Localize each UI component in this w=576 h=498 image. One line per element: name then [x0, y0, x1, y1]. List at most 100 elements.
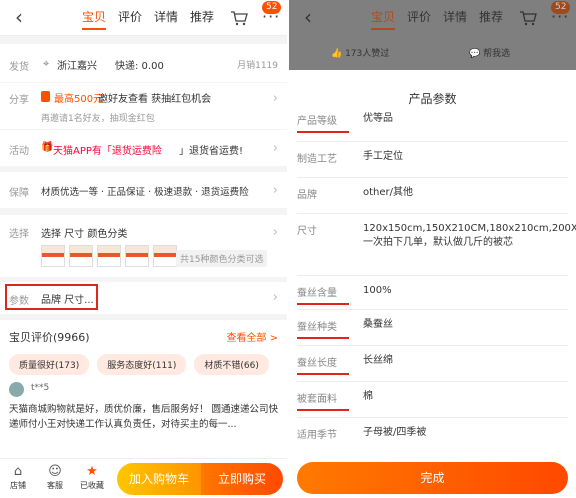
buy-now-button[interactable]: 立即购买 — [201, 463, 283, 495]
reviews-section: 宝贝评价(9966) 查看全部 > 质量很好(173) 服务态度好(111) 材… — [0, 320, 287, 460]
param-value: 100% — [363, 285, 392, 296]
chevron-right-icon: › — [272, 225, 278, 240]
param-key: 蚕丝长度 — [297, 354, 349, 375]
ask-help-text: 帮我选 — [483, 49, 511, 59]
param-value: 优等品 — [363, 113, 393, 124]
variant-thumbnail[interactable] — [69, 245, 93, 267]
location-pin-icon: ⌖ — [43, 57, 50, 70]
service-icon: ☺ — [48, 464, 62, 479]
chevron-right-icon: › — [272, 183, 278, 198]
param-value: 120x150cm,150X210CM,180x210cm,200X230cm,… — [363, 223, 576, 248]
variant-thumbnail[interactable] — [97, 245, 121, 267]
param-value: 手工定位 — [363, 151, 403, 162]
tab-recommend[interactable]: 推荐 — [479, 8, 503, 30]
add-to-cart-button[interactable]: 加入购物车 — [117, 463, 201, 495]
done-button[interactable]: 完成 — [297, 462, 568, 494]
service-label: 客服 — [47, 481, 63, 490]
top-nav-bar: ‹ 宝贝 评价 详情 推荐 ··· 52 — [0, 0, 287, 36]
store-icon: ⌂ — [13, 464, 23, 479]
variant-thumbnails — [41, 245, 181, 267]
share-row[interactable]: 分享 最高500元 邀好友查看 获抽红包机会 再邀请1名好友，抽现金红包 › — [0, 83, 287, 129]
chevron-right-icon: › — [272, 91, 278, 106]
red-packet-icon — [41, 91, 50, 102]
cart-icon[interactable] — [230, 10, 248, 26]
like-count-text: 173人赞过 — [345, 49, 390, 59]
product-page-left: ‹ 宝贝 评价 详情 推荐 ··· 52 发货 ⌖ 浙江嘉兴 快递: 0.00 … — [0, 0, 287, 498]
favorite-button[interactable]: ★ 已收藏 — [79, 463, 105, 491]
back-icon[interactable]: ‹ — [8, 6, 30, 28]
guarantee-row[interactable]: 保障 材质优选一等 · 正品保证 · 极速退款 · 退货运费险 › — [0, 172, 287, 208]
param-text: 品牌 尺寸... — [41, 295, 94, 306]
variant-count: 共15种颜色分类可选 — [176, 250, 268, 267]
review-tag[interactable]: 服务态度好(111) — [97, 354, 187, 375]
variant-thumbnail[interactable] — [153, 245, 177, 267]
review-tag[interactable]: 材质不错(66) — [194, 354, 269, 375]
divider — [297, 345, 568, 346]
tab-details[interactable]: 详情 — [154, 8, 178, 30]
tab-bar: 宝贝 评价 详情 推荐 — [371, 8, 515, 30]
sheet-title: 产品参数 — [408, 92, 457, 106]
guarantee-text: 材质优选一等 · 正品保证 · 极速退款 · 退货运费险 — [41, 187, 249, 198]
back-icon[interactable]: ‹ — [297, 6, 319, 28]
view-all-reviews-link[interactable]: 查看全部 > — [226, 329, 278, 344]
monthly-sales: 月销1119 — [237, 61, 278, 71]
shipping-row: 发货 ⌖ 浙江嘉兴 快递: 0.00 月销1119 — [0, 44, 287, 82]
chevron-right-icon: › — [272, 141, 278, 156]
store-label: 店铺 — [10, 481, 26, 490]
share-highlight: 最高500元 — [54, 94, 104, 105]
store-button[interactable]: ⌂ 店铺 — [5, 463, 31, 491]
activity-row[interactable]: 活动 🎁 天猫APP有「退货运费险 」退货省运费! › — [0, 130, 287, 166]
param-key: 尺寸 — [297, 226, 317, 237]
avatar — [9, 382, 24, 397]
guarantee-label: 保障 — [9, 188, 29, 199]
review-tags: 质量很好(173) 服务态度好(111) 材质不错(66) — [9, 354, 277, 375]
param-value: other/其他 — [363, 187, 414, 198]
shipping-label: 发货 — [9, 62, 29, 73]
param-key: 产品等级 — [297, 112, 349, 133]
tab-reviews[interactable]: 评价 — [407, 8, 431, 30]
param-value: 子母被/四季被 — [363, 427, 427, 438]
cart-icon[interactable] — [519, 10, 537, 26]
variant-thumbnail[interactable] — [125, 245, 149, 267]
gift-icon: 🎁 — [41, 142, 54, 153]
param-key: 制造工艺 — [297, 154, 337, 165]
activity-promo-suffix: 」退货省运费! — [179, 146, 244, 157]
select-row[interactable]: 选择 选择 尺寸 颜色分类 共15种颜色分类可选 › — [0, 215, 287, 277]
param-label: 参数 — [9, 296, 29, 307]
divider — [297, 141, 568, 142]
tab-product[interactable]: 宝贝 — [371, 8, 396, 30]
reviewer-name: t**5 — [31, 383, 50, 393]
tab-reviews[interactable]: 评价 — [118, 8, 142, 30]
tab-details[interactable]: 详情 — [443, 8, 467, 30]
tab-product[interactable]: 宝贝 — [82, 8, 107, 30]
param-key: 品牌 — [297, 190, 317, 201]
divider — [297, 309, 568, 310]
param-key: 蚕丝含量 — [297, 284, 349, 305]
star-icon: ★ — [86, 464, 98, 479]
divider — [297, 417, 568, 418]
activity-promo: 天猫APP有「退货运费险 — [53, 146, 162, 157]
variant-thumbnail[interactable] — [41, 245, 65, 267]
params-sheet: 产品参数 产品等级 优等品制造工艺 手工定位品牌 other/其他尺寸 120x150c… — [289, 72, 576, 498]
divider — [297, 381, 568, 382]
service-button[interactable]: ☺ 客服 — [42, 463, 68, 491]
dimmed-header: ‹ 宝贝 评价 详情 推荐 ··· 52 👍 173人赞过 💬 帮我选 — [289, 0, 576, 70]
param-key: 适用季节 — [297, 430, 337, 441]
param-value: 棉 — [363, 391, 373, 402]
chevron-right-icon: › — [272, 290, 278, 305]
param-key: 被套面料 — [297, 390, 349, 411]
activity-label: 活动 — [9, 146, 29, 157]
param-row[interactable]: 参数 品牌 尺寸... › — [0, 282, 287, 314]
divider — [297, 213, 568, 214]
share-text: 邀好友查看 获抽红包机会 — [98, 94, 212, 105]
param-key: 蚕丝种类 — [297, 318, 349, 339]
message-badge: 52 — [262, 1, 282, 14]
tab-recommend[interactable]: 推荐 — [190, 8, 214, 30]
chat-icon: 💬 — [469, 49, 484, 59]
share-subtext: 再邀请1名好友，抽现金红包 — [41, 114, 155, 124]
review-tag[interactable]: 质量很好(173) — [9, 354, 90, 375]
param-value: 长丝绵 — [363, 355, 393, 366]
ask-help: 💬 帮我选 — [469, 46, 510, 59]
review-text: 天猫商城购物就是好，质优价廉，售后服务好！ 圆通速递公司快递师付小王对快递工作认… — [9, 404, 279, 430]
select-label: 选择 — [9, 229, 29, 240]
